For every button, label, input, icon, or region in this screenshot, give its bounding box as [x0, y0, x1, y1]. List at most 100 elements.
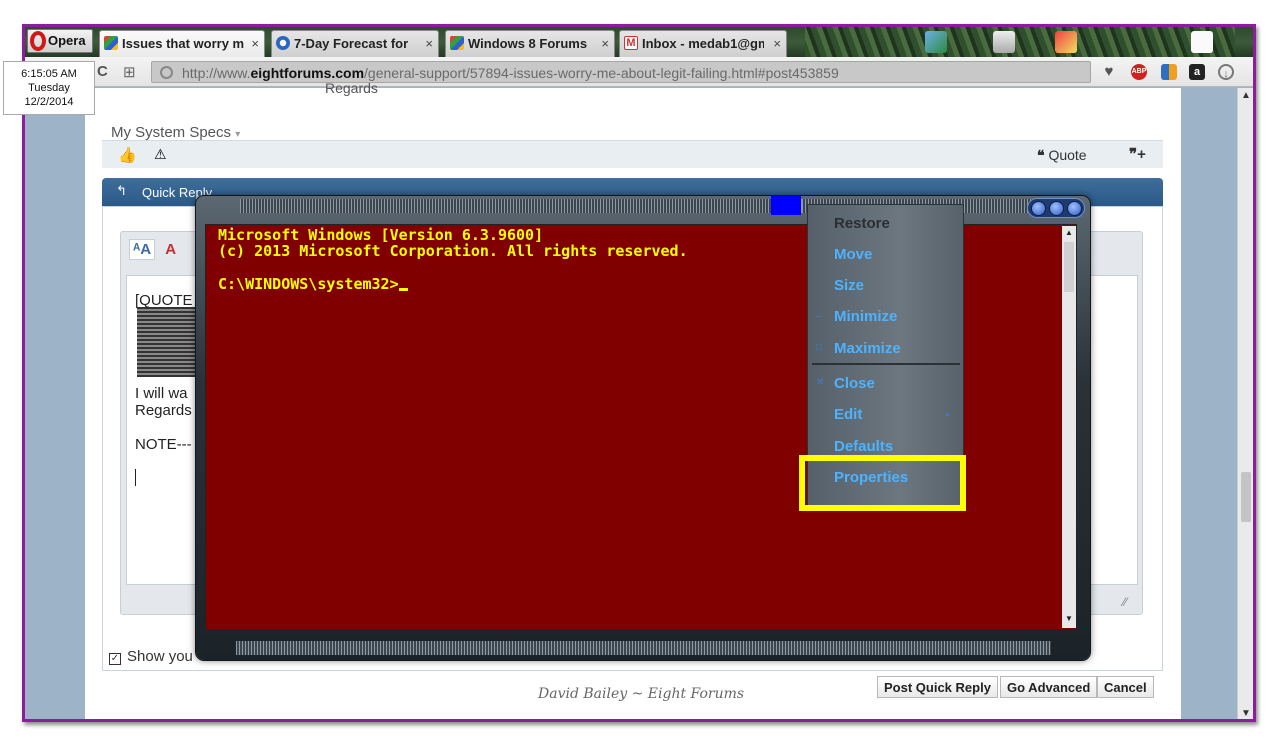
gmail-favicon-icon: M — [624, 36, 638, 50]
bottom-bar-texture — [236, 641, 1051, 655]
url-prefix: http://www. — [182, 65, 251, 81]
scroll-down-icon[interactable]: ▼ — [1241, 708, 1251, 719]
console-line: (c) 2013 Microsoft Corporation. All righ… — [218, 242, 688, 260]
screenshot-frame: Opera Issues that worry m × 7-Day Foreca… — [0, 0, 1278, 743]
opera-label: Opera — [48, 33, 86, 48]
clock-date: 12/2/2014 — [24, 96, 74, 108]
post-actions-bar: 👍 ⚠ — [102, 140, 1163, 168]
heart-icon[interactable]: ♥ — [1101, 64, 1117, 80]
clock-tooltip: 6:15:05 AM Tuesday 12/2/2014 — [3, 61, 95, 115]
system-menu-icon[interactable] — [771, 196, 801, 215]
show-signature-option[interactable]: ✓ Show you — [109, 648, 193, 665]
remove-format-icon[interactable]: A — [165, 241, 176, 258]
tab-inbox[interactable]: M Inbox - medab1@gm × — [619, 30, 787, 57]
tab-windows8-forums[interactable]: Windows 8 Forums × — [445, 30, 615, 57]
menu-item-restore: Restore — [834, 215, 890, 232]
editor-toolbar: ᴬA A — [129, 239, 176, 260]
tab-issues[interactable]: Issues that worry m × — [99, 30, 265, 57]
maximize-icon[interactable] — [1049, 201, 1064, 216]
menu-item-minimize[interactable]: Minimize — [834, 308, 897, 325]
wallpaper-strip — [805, 27, 1235, 57]
menu-separator — [812, 363, 960, 365]
desktop-shortcut-icon — [1055, 31, 1077, 53]
clock-day: Tuesday — [28, 82, 70, 94]
thumbs-up-icon[interactable]: 👍 — [118, 146, 137, 164]
eightforums-favicon-icon — [450, 36, 464, 50]
tab-close-icon[interactable]: × — [425, 36, 433, 51]
console-scrollbar[interactable]: ▲ ▼ — [1062, 226, 1076, 628]
clock-time: 6:15:05 AM — [21, 68, 77, 80]
system-specs-label: My System Specs — [111, 124, 232, 141]
checkbox-checked-icon[interactable]: ✓ — [109, 653, 121, 665]
scroll-down-icon[interactable]: ▼ — [1062, 612, 1076, 626]
scroll-thumb[interactable] — [1241, 472, 1251, 522]
download-icon[interactable]: ↓ — [1218, 64, 1234, 80]
eightforums-favicon-icon — [104, 36, 118, 50]
url-path: /general-support/57894-issues-worry-me-a… — [364, 65, 839, 81]
prompt-text: C:\WINDOWS\system32> — [218, 275, 399, 293]
chevron-down-icon: ▾ — [235, 129, 241, 140]
close-icon[interactable] — [1067, 201, 1082, 216]
text-caret — [135, 469, 136, 486]
scroll-up-icon[interactable]: ▲ — [1241, 90, 1251, 101]
tab-close-icon[interactable]: × — [601, 36, 609, 51]
window-controls — [1027, 198, 1085, 218]
menu-item-edit[interactable]: Edit — [834, 406, 862, 423]
desktop-shortcut-icon — [1191, 31, 1213, 53]
minimize-icon[interactable] — [1031, 201, 1046, 216]
submenu-arrow-icon: ▸ — [946, 410, 951, 419]
cancel-button[interactable]: Cancel — [1097, 676, 1154, 698]
menu-item-maximize[interactable]: Maximize — [834, 340, 901, 357]
weather-favicon-icon — [276, 36, 290, 50]
opera-logo-icon — [30, 31, 46, 51]
tab-close-icon[interactable]: × — [251, 36, 259, 51]
url-domain: eightforums.com — [250, 65, 365, 81]
properties-highlight-box — [799, 455, 966, 511]
desktop-shortcut-icon — [925, 31, 947, 53]
menu-item-close[interactable]: Close — [834, 375, 875, 392]
editor-line: I will wa — [135, 385, 188, 402]
console-scroll-thumb[interactable] — [1064, 242, 1074, 292]
console-cursor — [398, 288, 408, 291]
speed-dial-button[interactable]: ⊞ — [123, 63, 136, 81]
multi-quote-icon[interactable]: ❞+ — [1129, 145, 1146, 163]
embedded-screenshot-image — [137, 307, 197, 377]
system-specs-link[interactable]: My System Specs ▾ — [111, 124, 240, 141]
address-bar-row: ← → C ⊞ http://www.eightforums.com/gener… — [25, 57, 1253, 87]
post-regards-text: Regards — [325, 80, 378, 96]
url-field[interactable]: http://www.eightforums.com/general-suppo… — [151, 61, 1091, 83]
editor-line: NOTE--- — [135, 436, 192, 453]
amazon-icon[interactable]: a — [1189, 64, 1205, 80]
opera-menu-button[interactable]: Opera — [27, 29, 93, 53]
tab-label: Issues that worry m — [122, 36, 245, 51]
show-signature-label: Show you — [127, 648, 193, 665]
tab-bar: Opera Issues that worry m × 7-Day Foreca… — [25, 27, 1253, 57]
menu-item-size[interactable]: Size — [834, 277, 864, 294]
maximize-glyph-icon: □ — [816, 342, 823, 353]
scroll-up-icon[interactable]: ▲ — [1062, 226, 1076, 240]
resize-handle-icon[interactable]: ⁄⁄ — [1123, 595, 1127, 609]
menu-item-move[interactable]: Move — [834, 246, 872, 263]
bookmark-icon[interactable] — [1161, 64, 1177, 80]
quote-label: Quote — [1048, 147, 1087, 163]
menu-item-defaults[interactable]: Defaults — [834, 438, 893, 455]
quote-button[interactable]: ❝ Quote — [1037, 147, 1087, 164]
adblock-icon[interactable]: ABP — [1131, 64, 1147, 80]
tab-label: Windows 8 Forums — [468, 36, 588, 51]
go-advanced-button[interactable]: Go Advanced — [1000, 676, 1098, 698]
tab-close-icon[interactable]: × — [773, 36, 781, 51]
quote-icon: ❝ — [1037, 147, 1045, 163]
warning-icon[interactable]: ⚠ — [154, 146, 167, 163]
signature-text: David Bailey ~ Eight Forums — [538, 686, 745, 702]
tab-label: 7-Day Forecast for L — [294, 36, 412, 51]
post-quick-reply-button[interactable]: Post Quick Reply — [877, 676, 998, 698]
tab-forecast[interactable]: 7-Day Forecast for L × — [271, 30, 439, 57]
close-glyph-icon: ✕ — [816, 377, 825, 388]
editor-line: Regards — [135, 402, 192, 419]
reload-button[interactable]: C — [97, 63, 108, 80]
font-size-icon[interactable]: ᴬA — [129, 239, 156, 260]
desktop-shortcut-icon — [993, 31, 1015, 53]
globe-icon — [160, 66, 173, 79]
page-scrollbar[interactable]: ▲ ▼ — [1237, 88, 1253, 719]
minimize-glyph-icon: – — [816, 311, 822, 322]
